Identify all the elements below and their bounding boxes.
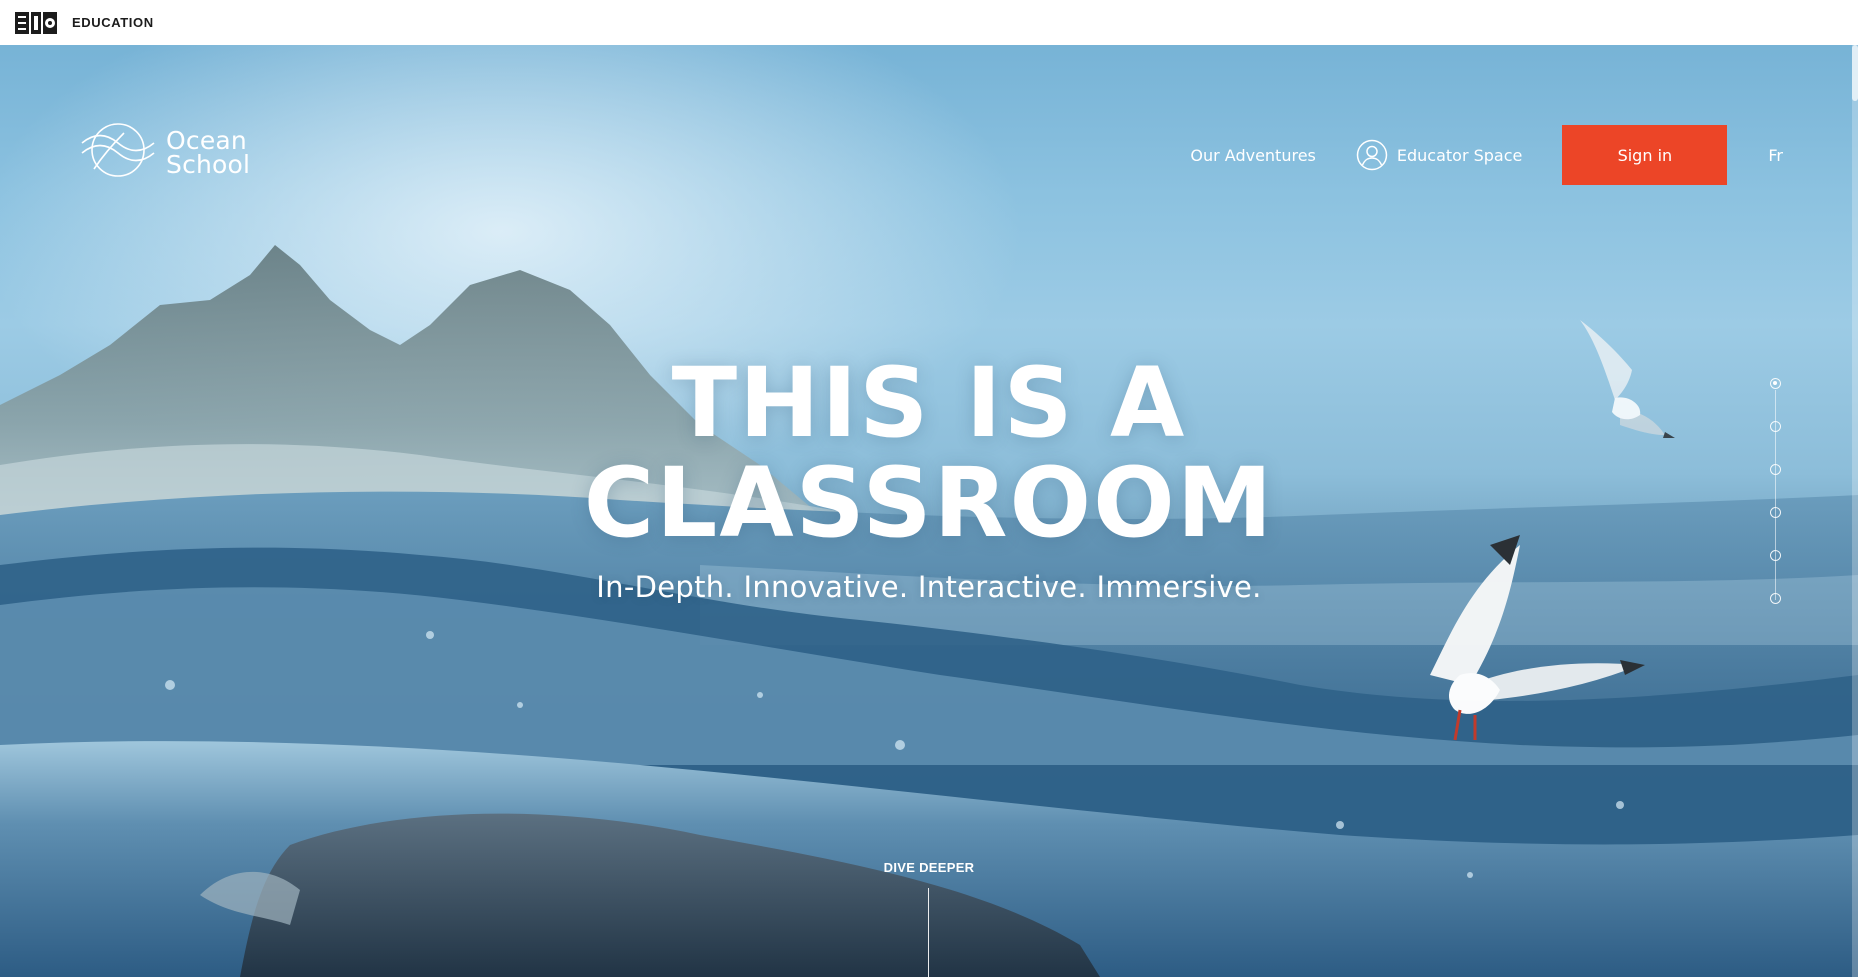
section-dot-1[interactable] <box>1770 378 1781 389</box>
top-bar: EDUCATION <box>0 0 1858 45</box>
dive-deeper-link[interactable]: DIVE DEEPER <box>0 860 1858 875</box>
hero-subline: In-Depth. Innovative. Interactive. Immer… <box>596 570 1262 604</box>
section-dot-2[interactable] <box>1770 421 1781 432</box>
main-nav: Our Adventures Educator Space Sign in Fr <box>1190 125 1783 185</box>
dive-deeper-line <box>928 888 929 977</box>
nav-educator-label: Educator Space <box>1396 145 1523 165</box>
education-label: EDUCATION <box>72 15 154 30</box>
section-dot-5[interactable] <box>1770 550 1781 561</box>
user-circle-icon <box>1356 139 1388 171</box>
headline-line-1: THIS IS A <box>671 347 1187 459</box>
logo-line-2: School <box>166 149 251 179</box>
ocean-school-logo[interactable]: Ocean School <box>80 121 250 184</box>
ocean-school-wordmark: Ocean School <box>166 125 251 179</box>
onf-nfb-icon[interactable] <box>14 10 58 35</box>
scrollbar-thumb[interactable] <box>1852 45 1858 101</box>
section-dot-3[interactable] <box>1770 464 1781 475</box>
section-dot-4[interactable] <box>1770 507 1781 518</box>
headline-line-2: CLASSROOM <box>583 447 1275 559</box>
hero-headline: THIS IS A CLASSROOM <box>0 353 1858 553</box>
nav-educator-space[interactable]: Educator Space <box>1356 139 1523 171</box>
section-dot-6[interactable] <box>1770 593 1781 604</box>
language-toggle[interactable]: Fr <box>1768 146 1783 165</box>
sign-in-button[interactable]: Sign in <box>1562 125 1728 185</box>
nav-our-adventures[interactable]: Our Adventures <box>1190 146 1316 165</box>
ocean-school-wave-icon <box>80 121 156 184</box>
logo-line-1: Ocean <box>166 125 247 155</box>
